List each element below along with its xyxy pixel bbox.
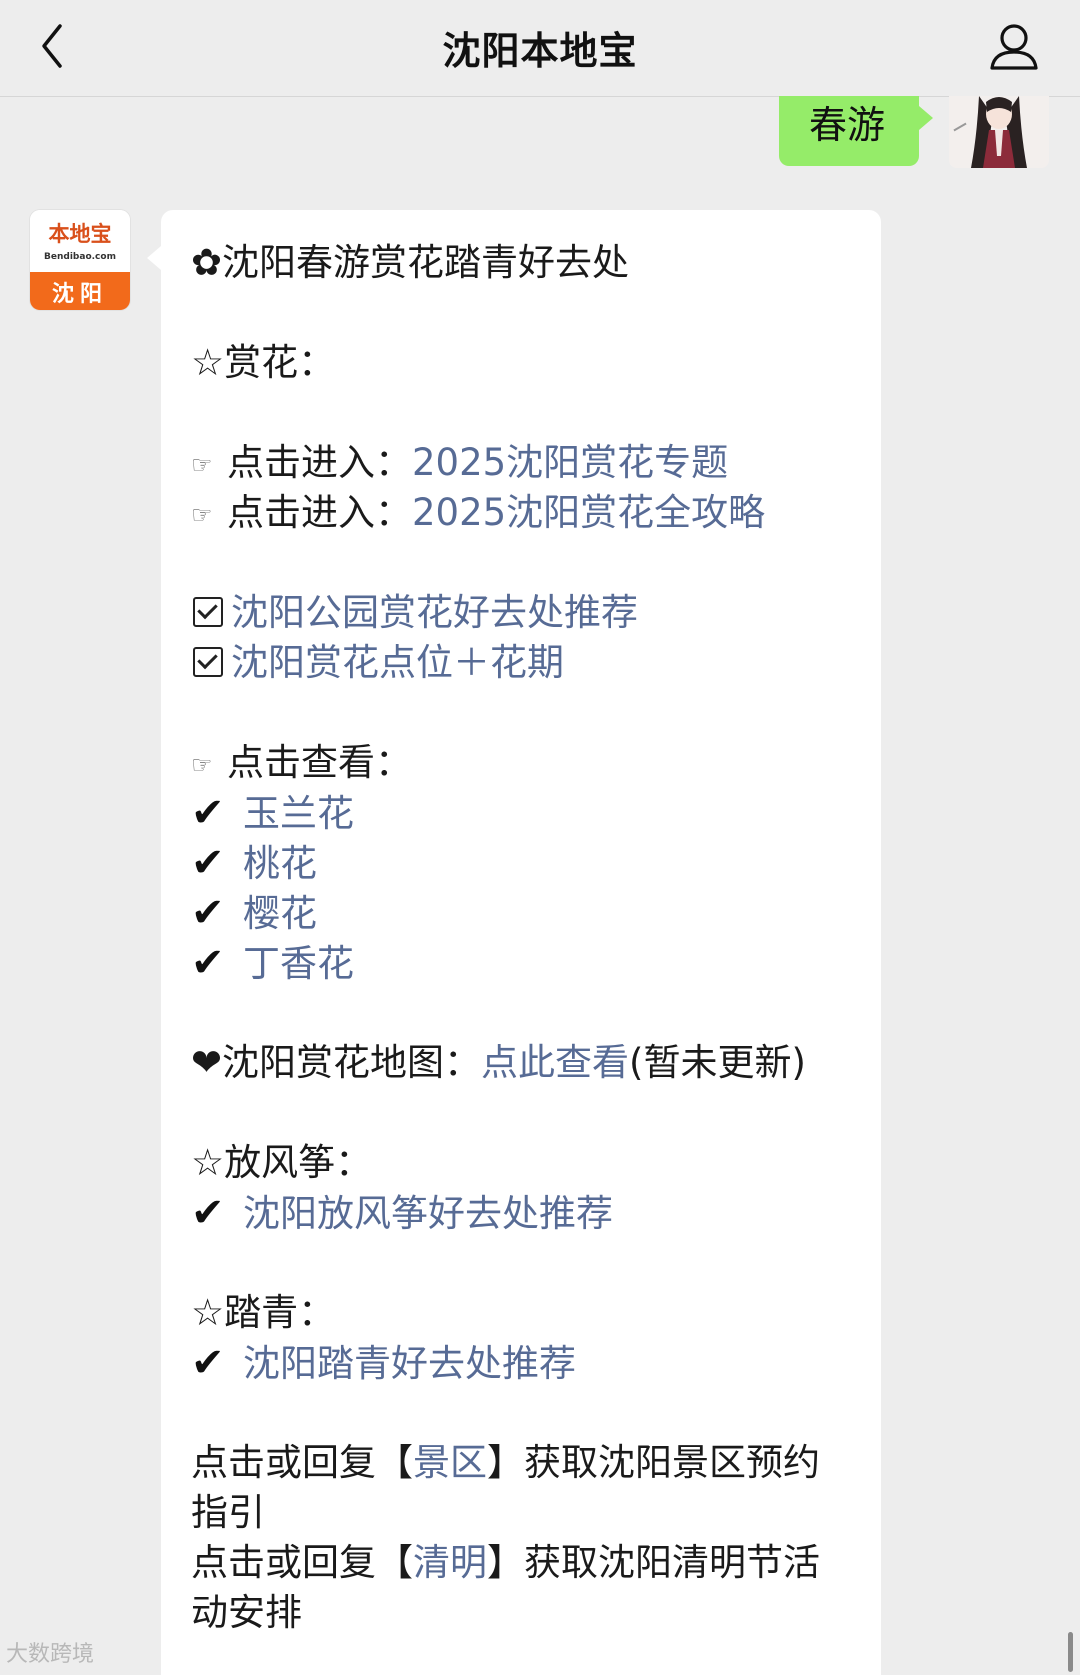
spots-link-row: 沈阳赏花点位＋花期 <box>191 638 564 688</box>
scenic-suffix: 获取沈阳景区预约 <box>524 1441 820 1484</box>
qingming-reply-row-cont: 动安排 <box>191 1588 302 1638</box>
bendibao-logo: 本地宝 <box>48 221 112 246</box>
section-walk: ☆踏青： <box>191 1288 335 1338</box>
reply-prefix: 点击或回复【 <box>191 1541 413 1584</box>
check-icon: ✔ <box>191 940 225 986</box>
heart-icon: ❤ <box>191 1041 223 1084</box>
bendibao-domain: Bendibao.com <box>44 252 116 262</box>
flower-item: ✔ 樱花 <box>191 888 317 939</box>
star-icon: ☆ <box>191 1291 225 1334</box>
link-peach-blossom[interactable]: 桃花 <box>243 842 317 885</box>
section-flowers-label: 赏花： <box>224 341 336 384</box>
scenic-reply-row: 点击或回复【景区】获取沈阳景区预约 <box>191 1438 820 1488</box>
star-icon: ☆ <box>191 341 225 384</box>
profile-button[interactable] <box>984 18 1044 78</box>
checkbox-icon <box>193 597 223 627</box>
person-icon <box>990 24 1038 70</box>
view-label: 点击查看： <box>227 741 412 784</box>
link-spring-outing[interactable]: 沈阳踏青好去处推荐 <box>243 1342 576 1385</box>
nav-bar: 沈阳本地宝 <box>0 0 1080 97</box>
check-icon: ✔ <box>191 890 225 936</box>
watermark: 大数跨境 <box>6 1642 95 1667</box>
link-lilac[interactable]: 丁香花 <box>243 942 354 985</box>
heading-text: 沈阳春游赏花踏青好去处 <box>222 241 630 284</box>
avatar-city-label: 沈阳 <box>51 282 108 307</box>
pointing-hand-icon: ☞ <box>191 450 213 479</box>
pointing-hand-icon: ☞ <box>191 750 213 779</box>
link-flower-guide[interactable]: 2025沈阳赏花全攻略 <box>412 491 765 534</box>
qingming-suffix-2: 动安排 <box>191 1591 302 1634</box>
guide-link-row: ☞ 点击进入：2025沈阳赏花全攻略 <box>191 488 765 540</box>
kite-link-row: ✔ 沈阳放风筝好去处推荐 <box>191 1188 613 1239</box>
bendibao-avatar[interactable]: 本地宝 Bendibao.com 沈阳 <box>30 210 130 310</box>
avatar-city-band: 沈阳 <box>30 272 130 310</box>
section-kite-label: 放风筝： <box>224 1141 373 1184</box>
scrollbar[interactable] <box>1068 1632 1073 1672</box>
keyword-scenic[interactable]: 景区 <box>413 1441 487 1484</box>
incoming-message-bubble: ✿沈阳春游赏花踏青好去处 ☆赏花： ☞ 点击进入：2025沈阳赏花专题 ☞ 点击进入… <box>147 210 881 1675</box>
map-row: ❤沈阳赏花地图：点此查看(暂未更新) <box>191 1038 806 1088</box>
check-icon: ✔ <box>191 1340 225 1386</box>
outgoing-message-bubble[interactable]: 春游 <box>779 96 933 166</box>
pointing-hand-icon: ☞ <box>191 500 213 529</box>
checkbox-icon <box>193 647 223 677</box>
link-magnolia[interactable]: 玉兰花 <box>243 792 354 835</box>
check-icon: ✔ <box>191 840 225 886</box>
map-label: 沈阳赏花地图： <box>222 1041 482 1084</box>
scenic-reply-row-cont: 指引 <box>191 1488 265 1538</box>
link-park-flowers[interactable]: 沈阳公园赏花好去处推荐 <box>231 591 638 634</box>
flower-item: ✔ 桃花 <box>191 838 317 889</box>
page-title: 沈阳本地宝 <box>442 29 638 73</box>
qingming-suffix: 获取沈阳清明节活 <box>524 1541 820 1584</box>
link-cherry-blossom[interactable]: 樱花 <box>243 892 317 935</box>
view-label-row: ☞ 点击查看： <box>191 738 412 790</box>
reply-bracket: 】 <box>487 1541 524 1584</box>
reply-prefix: 点击或回复【 <box>191 1441 413 1484</box>
section-walk-label: 踏青： <box>224 1291 336 1334</box>
user-avatar[interactable] <box>949 96 1049 168</box>
scenic-suffix-2: 指引 <box>191 1491 265 1534</box>
topic-link-row: ☞ 点击进入：2025沈阳赏花专题 <box>191 438 728 490</box>
enter-prefix: 点击进入： <box>227 491 412 534</box>
section-kite: ☆放风筝： <box>191 1138 372 1188</box>
parks-link-row: 沈阳公园赏花好去处推荐 <box>191 588 638 638</box>
flower-item: ✔ 玉兰花 <box>191 788 354 839</box>
check-icon: ✔ <box>191 1190 225 1236</box>
star-icon: ☆ <box>191 1141 225 1184</box>
outgoing-message-text: 春游 <box>809 103 886 147</box>
walk-link-row: ✔ 沈阳踏青好去处推荐 <box>191 1338 576 1389</box>
message-heading: ✿沈阳春游赏花踏青好去处 <box>191 238 629 288</box>
link-flower-topic[interactable]: 2025沈阳赏花专题 <box>412 441 728 484</box>
avatar-logo-area: 本地宝 Bendibao.com <box>30 210 130 272</box>
map-note: (暂未更新) <box>629 1041 806 1084</box>
enter-prefix: 点击进入： <box>227 441 412 484</box>
link-kite-places[interactable]: 沈阳放风筝好去处推荐 <box>243 1192 613 1235</box>
avatar-illustration <box>949 96 1049 168</box>
flower-item: ✔ 丁香花 <box>191 938 354 989</box>
check-icon: ✔ <box>191 790 225 836</box>
link-flower-spots[interactable]: 沈阳赏花点位＋花期 <box>231 641 564 684</box>
link-flower-map[interactable]: 点此查看 <box>481 1041 629 1084</box>
qingming-reply-row: 点击或回复【清明】获取沈阳清明节活 <box>191 1538 820 1588</box>
reply-bracket: 】 <box>487 1441 524 1484</box>
bubble-tail <box>919 106 933 130</box>
flower-icon: ✿ <box>191 241 223 284</box>
bubble-tail <box>147 246 161 270</box>
keyword-qingming[interactable]: 清明 <box>413 1541 487 1584</box>
section-flowers: ☆赏花： <box>191 338 335 388</box>
